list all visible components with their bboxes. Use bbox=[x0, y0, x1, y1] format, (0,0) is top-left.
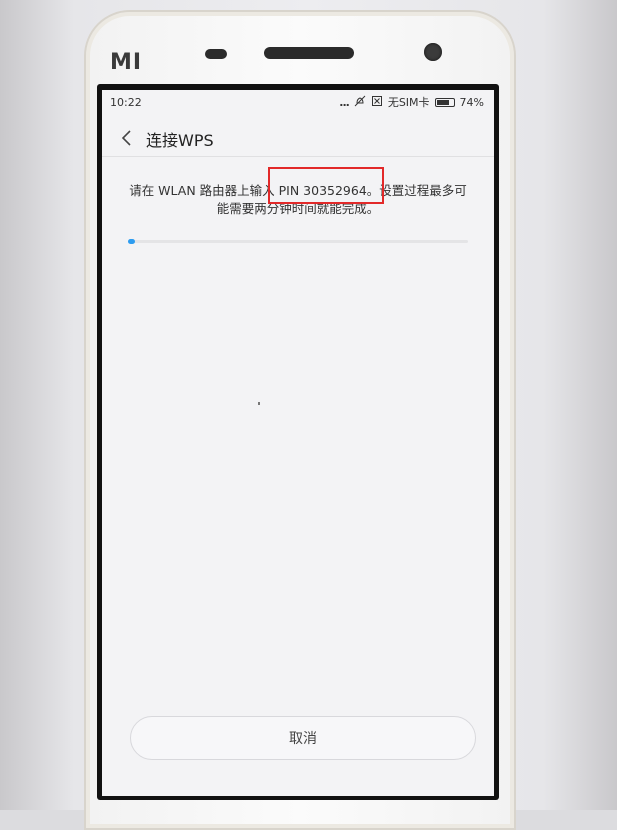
chevron-left-icon bbox=[121, 130, 131, 146]
pin-highlight-box bbox=[268, 167, 384, 204]
header-divider bbox=[102, 156, 494, 157]
mi-logo: MI bbox=[110, 50, 143, 75]
back-button[interactable] bbox=[118, 128, 138, 148]
app-bar: 连接WPS bbox=[102, 118, 494, 158]
front-camera-icon bbox=[424, 43, 442, 61]
screen-speck bbox=[258, 402, 260, 405]
cancel-button[interactable]: 取消 bbox=[130, 716, 476, 760]
proximity-sensor bbox=[205, 49, 227, 59]
status-icons: ... 无SIM卡 74% bbox=[339, 94, 484, 110]
status-time: 10:22 bbox=[110, 96, 142, 109]
page-title: 连接WPS bbox=[146, 131, 214, 150]
progress-fill bbox=[128, 239, 135, 244]
sim-status-text: 无SIM卡 bbox=[387, 96, 430, 109]
progress-bar bbox=[128, 239, 468, 244]
battery-fill bbox=[436, 99, 449, 105]
overflow-dots-icon: ... bbox=[339, 95, 350, 109]
do-not-disturb-icon bbox=[354, 95, 366, 110]
status-bar: 10:22 ... 无SIM卡 74% bbox=[102, 90, 494, 112]
no-sim-icon bbox=[371, 95, 383, 110]
battery-icon bbox=[434, 97, 455, 107]
battery-percent: 74% bbox=[459, 95, 484, 109]
earpiece-speaker bbox=[264, 47, 354, 59]
